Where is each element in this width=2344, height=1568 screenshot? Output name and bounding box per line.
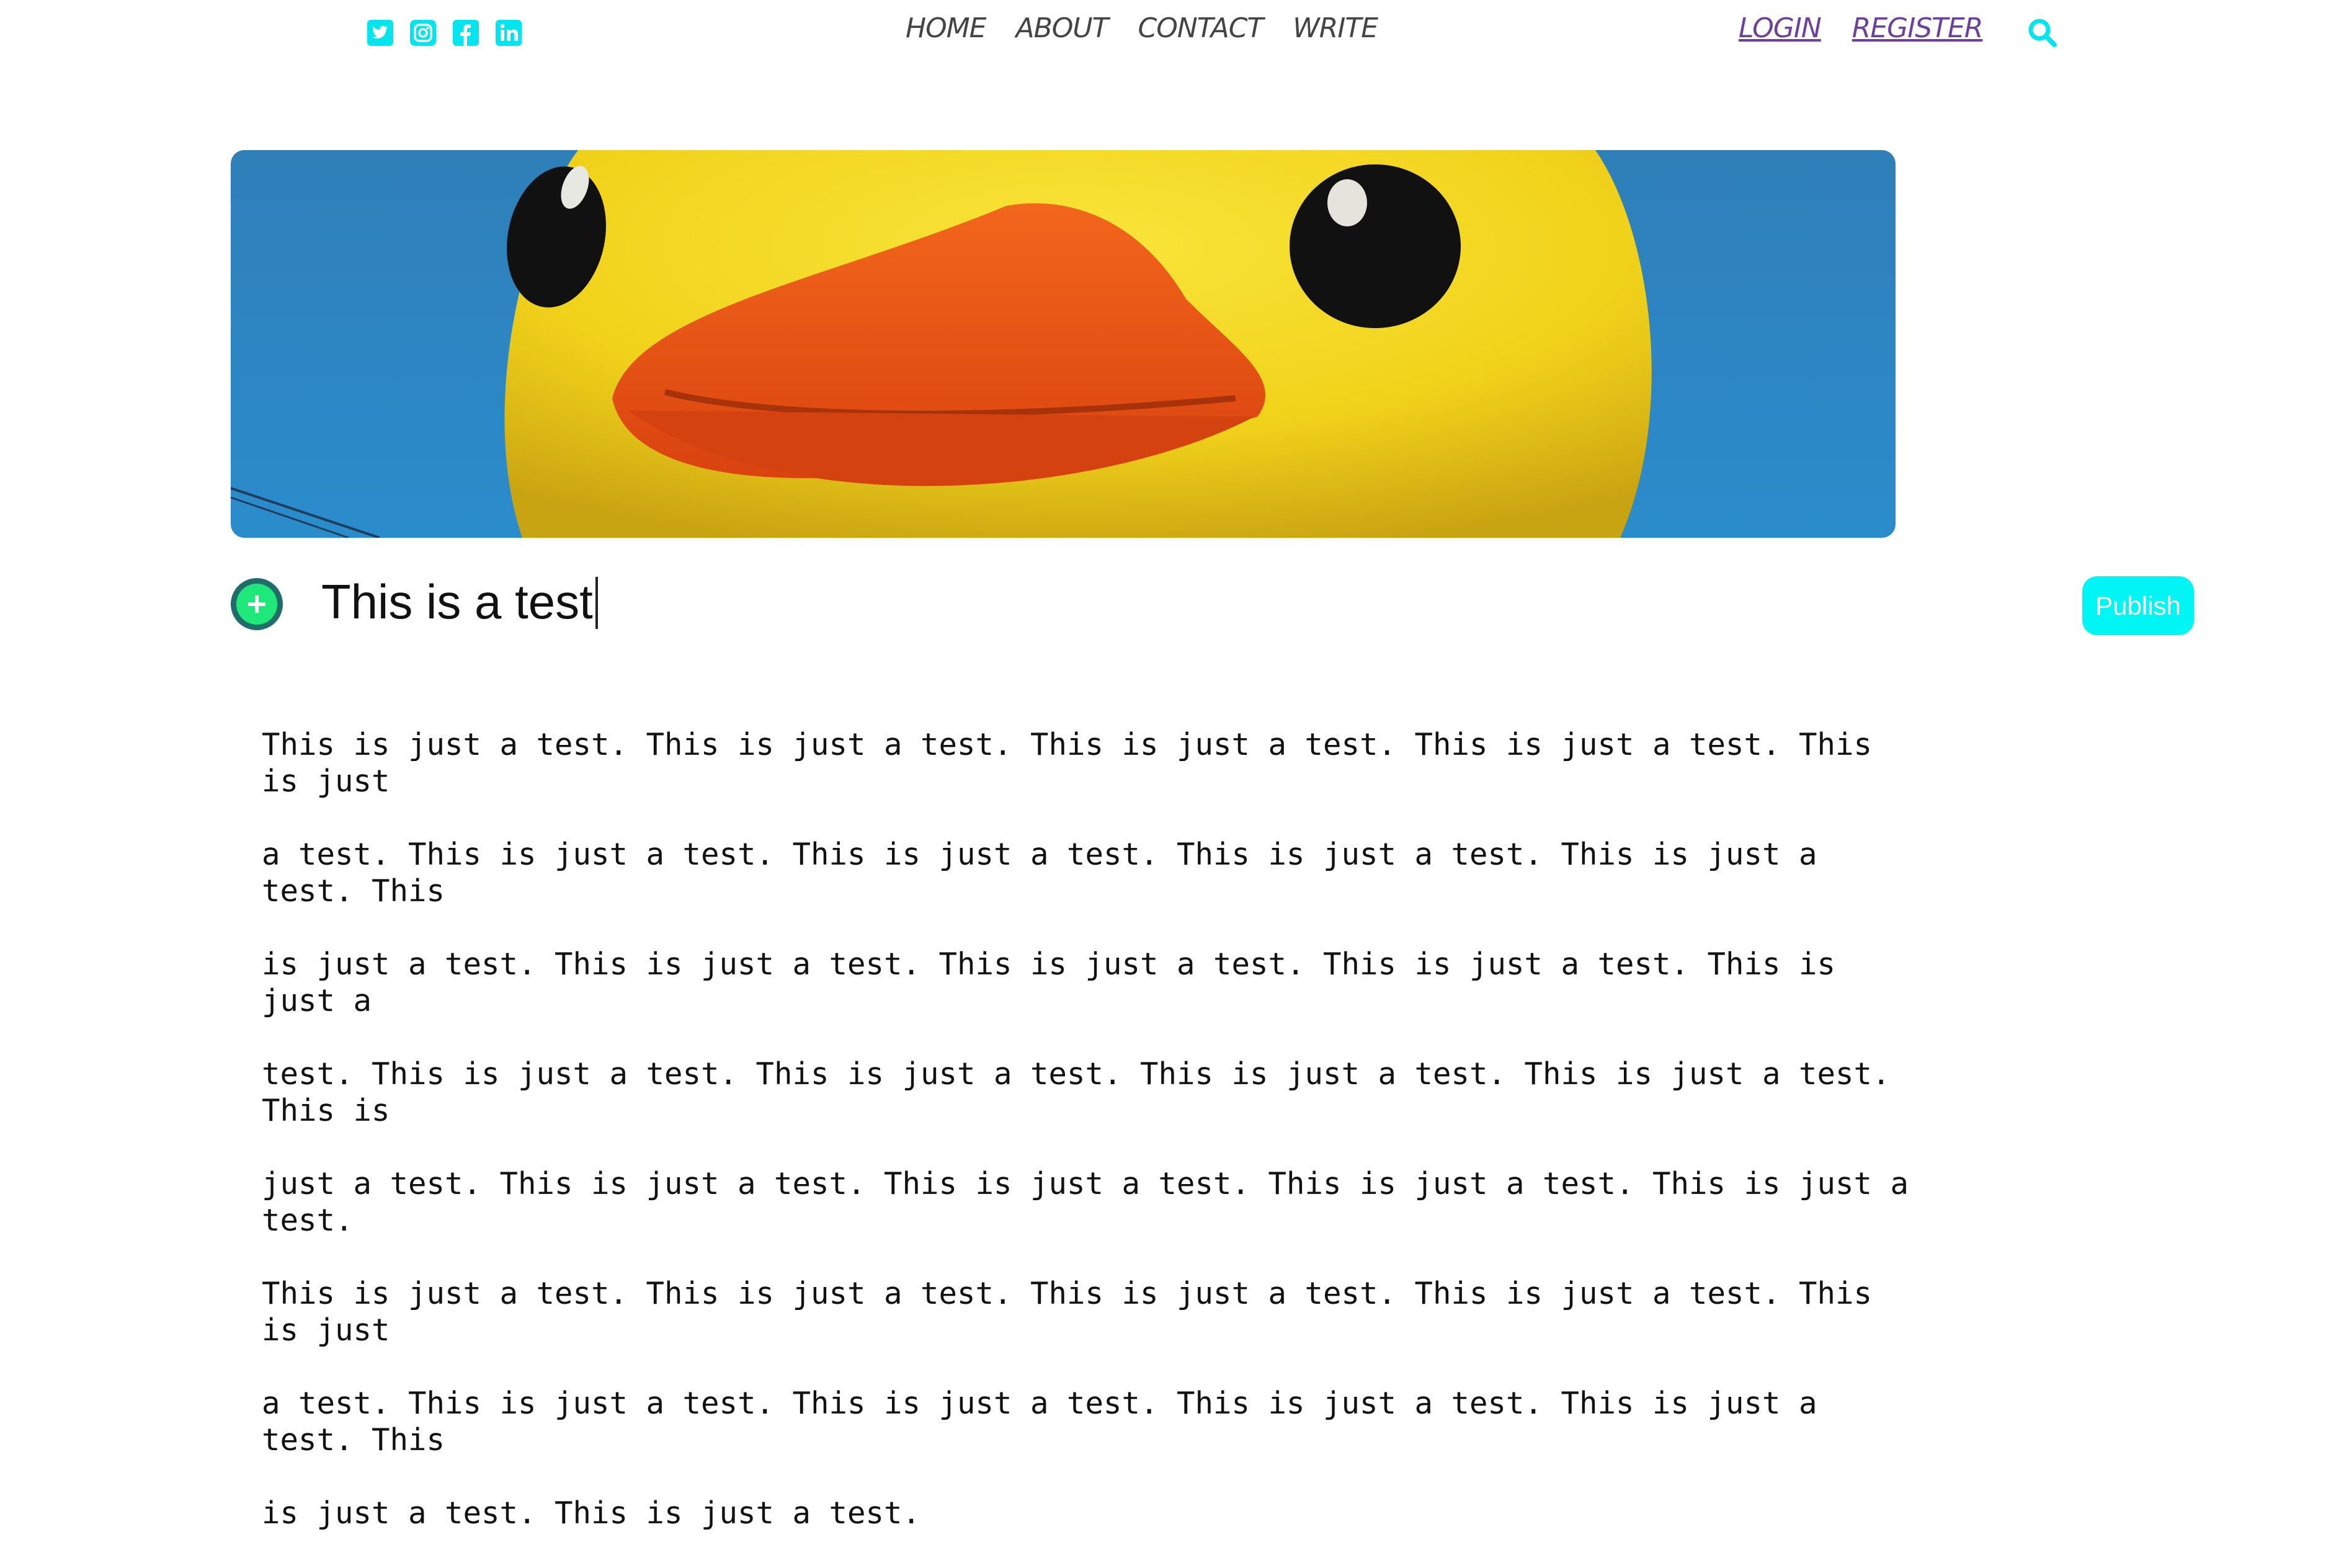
add-image-button[interactable] [231,578,283,630]
story-line: is just a test. This is just a test. Thi… [262,947,1836,1018]
story-line: just a test. This is just a test. This i… [262,1166,1909,1238]
linkedin-icon[interactable] [494,19,523,47]
register-link[interactable]: REGISTER [1852,12,1984,44]
facebook-icon[interactable] [452,19,480,47]
story-line: test. This is just a test. This is just … [262,1056,1891,1128]
publish-button[interactable]: Publish [2082,576,2194,635]
story-line: is just a test. This is just a test. [262,1495,921,1531]
nav-write[interactable]: WRITE [1293,12,1378,44]
nav-home[interactable]: HOME [906,12,986,44]
cover-image [231,150,1896,538]
story-line: a test. This is just a test. This is jus… [262,837,1817,909]
auth-links: LOGIN REGISTER [1739,12,1984,44]
plus-icon [236,584,277,625]
nav-about[interactable]: ABOUT [1015,12,1108,44]
top-bar: HOME ABOUT CONTACT WRITE LOGIN REGISTER [0,0,2344,68]
story-line: a test. This is just a test. This is jus… [262,1386,1817,1458]
login-link[interactable]: LOGIN [1739,12,1822,44]
social-links [366,19,523,47]
story-textarea[interactable]: This is just a test. This is just a test… [262,690,1924,1568]
title-input[interactable]: This is a test [321,571,593,633]
search-icon[interactable] [2026,16,2059,50]
twitter-icon[interactable] [366,19,394,47]
story-line: This is just a test. This is just a test… [262,727,1873,799]
main-nav: HOME ABOUT CONTACT WRITE [906,12,1378,44]
text-cursor [595,577,598,629]
instagram-icon[interactable] [409,19,437,47]
nav-contact[interactable]: CONTACT [1138,12,1263,44]
story-line: This is just a test. This is just a test… [262,1276,1873,1348]
